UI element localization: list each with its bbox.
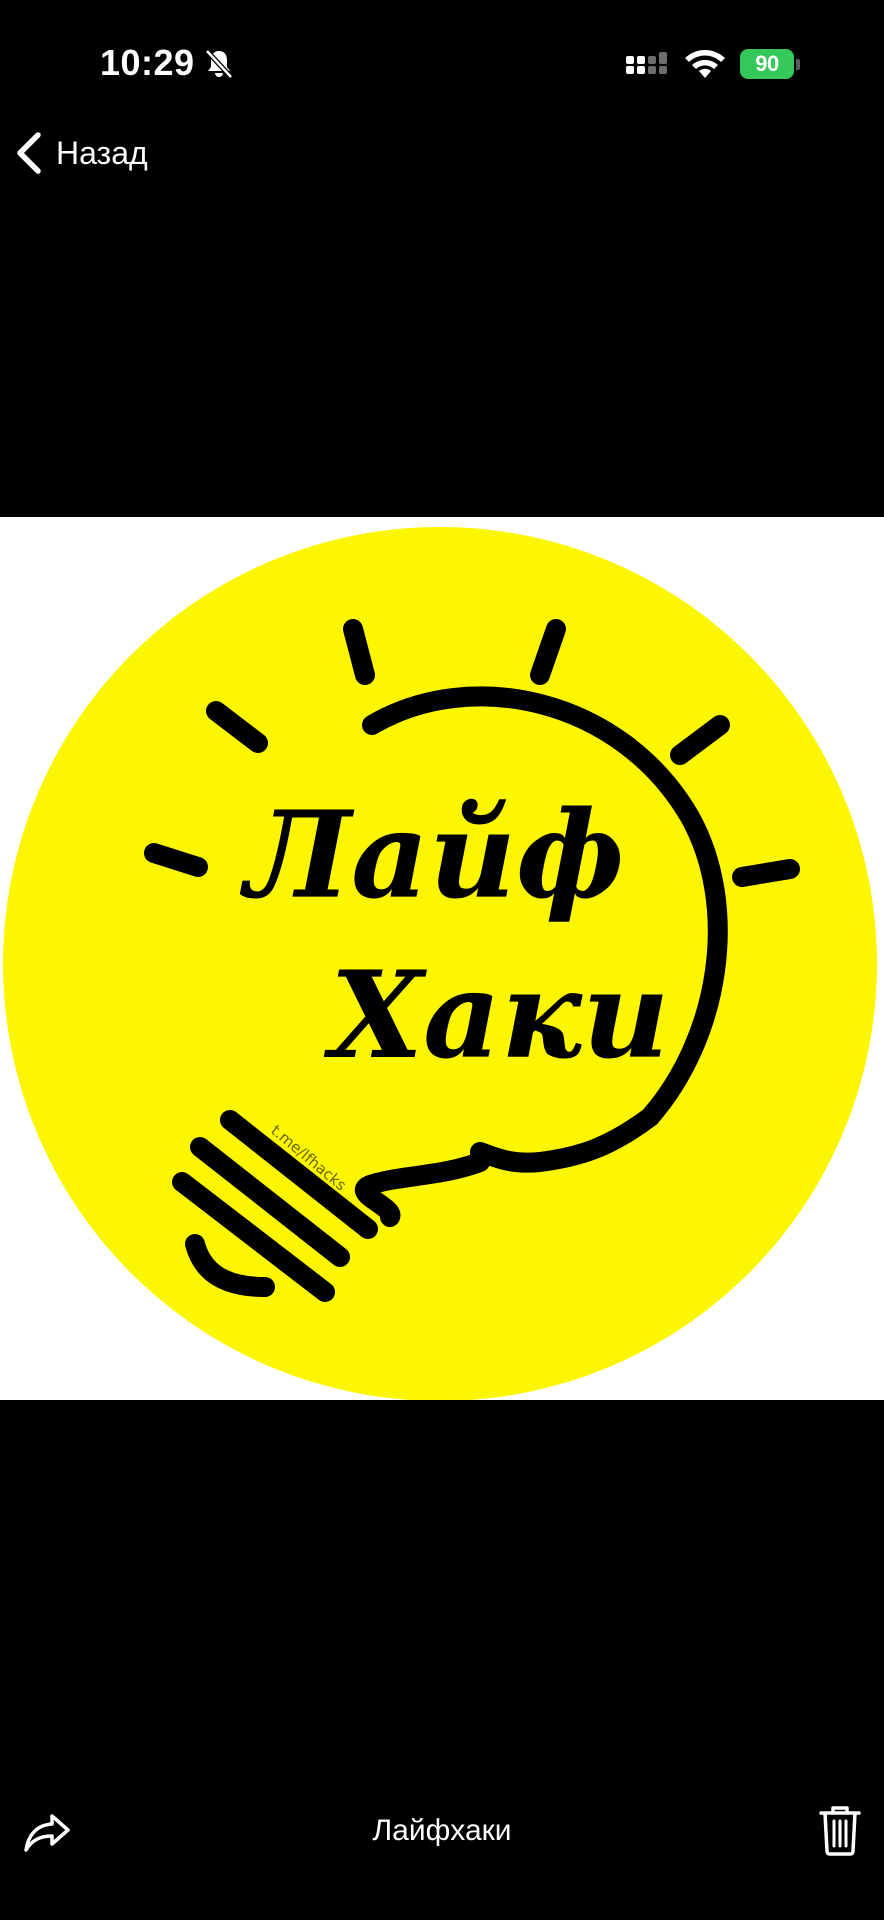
signal-icon — [626, 52, 667, 74]
battery-charging-icon: 90 — [740, 48, 802, 80]
lifehacks-logo-image: Лайф Хаки t.me/lfhacks — [0, 517, 884, 1400]
logo-text-line2: Хаки — [323, 945, 669, 1086]
back-button[interactable]: Назад — [14, 128, 148, 178]
trash-icon[interactable] — [818, 1804, 862, 1856]
battery-tip — [796, 58, 800, 70]
battery-level: 90 — [740, 49, 794, 79]
back-label: Назад — [56, 134, 148, 171]
status-time: 10:29 — [100, 42, 195, 83]
chevron-left-icon — [17, 132, 41, 174]
bottom-toolbar: Лайфхаки — [0, 1790, 884, 1880]
status-bar: 10:29 90 — [0, 0, 884, 130]
logo-text-line1: Лайф — [239, 785, 624, 926]
photo-viewer[interactable]: Лайф Хаки t.me/lfhacks — [0, 517, 884, 1400]
wifi-icon — [685, 50, 725, 78]
bell-slash-icon — [205, 49, 233, 79]
photo-caption: Лайфхаки — [372, 1814, 512, 1847]
